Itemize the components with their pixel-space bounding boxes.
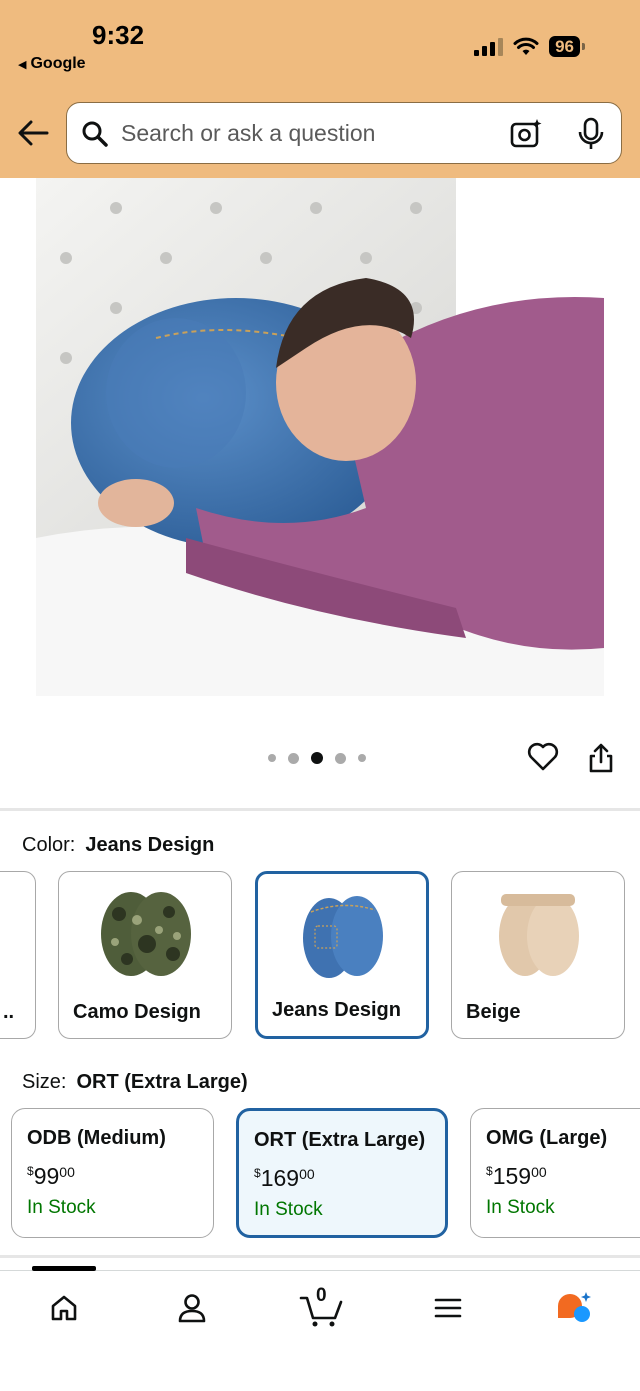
account-icon — [178, 1294, 206, 1323]
size-label: Size: — [22, 1071, 67, 1093]
status-icons: 96 — [474, 36, 585, 57]
size-price: $9900 — [27, 1163, 75, 1189]
stock-status: In Stock — [27, 1197, 96, 1218]
section-divider — [0, 1255, 640, 1258]
status-time: 9:32 — [92, 20, 145, 50]
home-icon — [51, 1295, 77, 1321]
color-label: Color: — [22, 834, 76, 856]
beige-pillow-image — [499, 894, 579, 976]
swatch-label: .. — [3, 1001, 15, 1023]
tab-rufus[interactable] — [550, 1287, 598, 1329]
color-swatch-jeans[interactable]: Jeans Design — [255, 871, 429, 1039]
back-app-label: Google — [30, 55, 86, 72]
search-icon — [82, 121, 108, 147]
size-selected-value: ORT (Extra Large) — [76, 1071, 248, 1093]
tab-home[interactable] — [40, 1287, 88, 1329]
size-label-row: Size: ORT (Extra Large) — [22, 1071, 248, 1094]
color-swatch-partial[interactable]: .. — [0, 871, 36, 1039]
tab-cart[interactable]: 0 — [296, 1285, 348, 1329]
menu-icon — [434, 1298, 462, 1318]
stock-status: In Stock — [254, 1199, 323, 1220]
swatch-label: Camo Design — [73, 1001, 201, 1023]
size-name: OMG (Large) — [486, 1127, 608, 1149]
color-swatch-beige[interactable]: Beige — [451, 871, 625, 1039]
search-bar[interactable] — [66, 102, 622, 164]
microphone-icon[interactable] — [576, 117, 606, 151]
battery-indicator: 96 — [549, 36, 585, 57]
size-name: ORT (Extra Large) — [254, 1129, 426, 1151]
camo-pillow-image — [101, 892, 191, 976]
swatch-label: Jeans Design — [272, 999, 401, 1021]
product-image[interactable] — [36, 178, 604, 696]
app-header: 9:32 ◀ Google 96 — [0, 0, 640, 178]
swatch-label: Beige — [466, 1001, 521, 1023]
active-tab-indicator — [32, 1266, 96, 1271]
back-arrow-icon[interactable] — [16, 116, 50, 150]
heart-icon[interactable] — [527, 742, 559, 772]
rufus-icon — [558, 1292, 591, 1322]
image-pager[interactable] — [268, 752, 366, 764]
color-selected-value: Jeans Design — [85, 834, 215, 856]
bottom-tab-bar: 0 — [0, 1266, 640, 1391]
pager-dot-active — [311, 752, 323, 764]
back-to-app-link[interactable]: ◀ Google — [18, 55, 86, 73]
pager-dot — [358, 754, 366, 762]
cellular-signal-icon — [474, 37, 504, 56]
tab-menu[interactable] — [424, 1287, 472, 1329]
size-option-large[interactable]: OMG (Large) $15900 In Stock — [470, 1108, 640, 1238]
pager-dot — [288, 752, 299, 764]
size-name: ODB (Medium) — [27, 1127, 166, 1149]
search-input[interactable] — [121, 115, 491, 151]
pager-dot — [268, 754, 276, 762]
pager-dot — [335, 752, 346, 764]
size-option-extra-large[interactable]: ORT (Extra Large) $16900 In Stock — [236, 1108, 448, 1238]
jeans-pillow-image — [303, 896, 383, 978]
size-price: $16900 — [254, 1165, 315, 1191]
wifi-icon — [513, 37, 539, 55]
size-price: $15900 — [486, 1163, 547, 1189]
stock-status: In Stock — [486, 1197, 555, 1218]
color-label-row: Color: Jeans Design — [22, 834, 214, 857]
camera-icon[interactable] — [509, 117, 543, 151]
cart-count-badge: 0 — [316, 1285, 327, 1306]
size-option-medium[interactable]: ODB (Medium) $9900 In Stock — [11, 1108, 214, 1238]
share-icon[interactable] — [587, 742, 615, 774]
back-triangle-icon: ◀ — [18, 58, 27, 71]
tab-account[interactable] — [168, 1287, 216, 1329]
color-swatch-camo[interactable]: Camo Design — [58, 871, 232, 1039]
section-divider — [0, 808, 640, 811]
